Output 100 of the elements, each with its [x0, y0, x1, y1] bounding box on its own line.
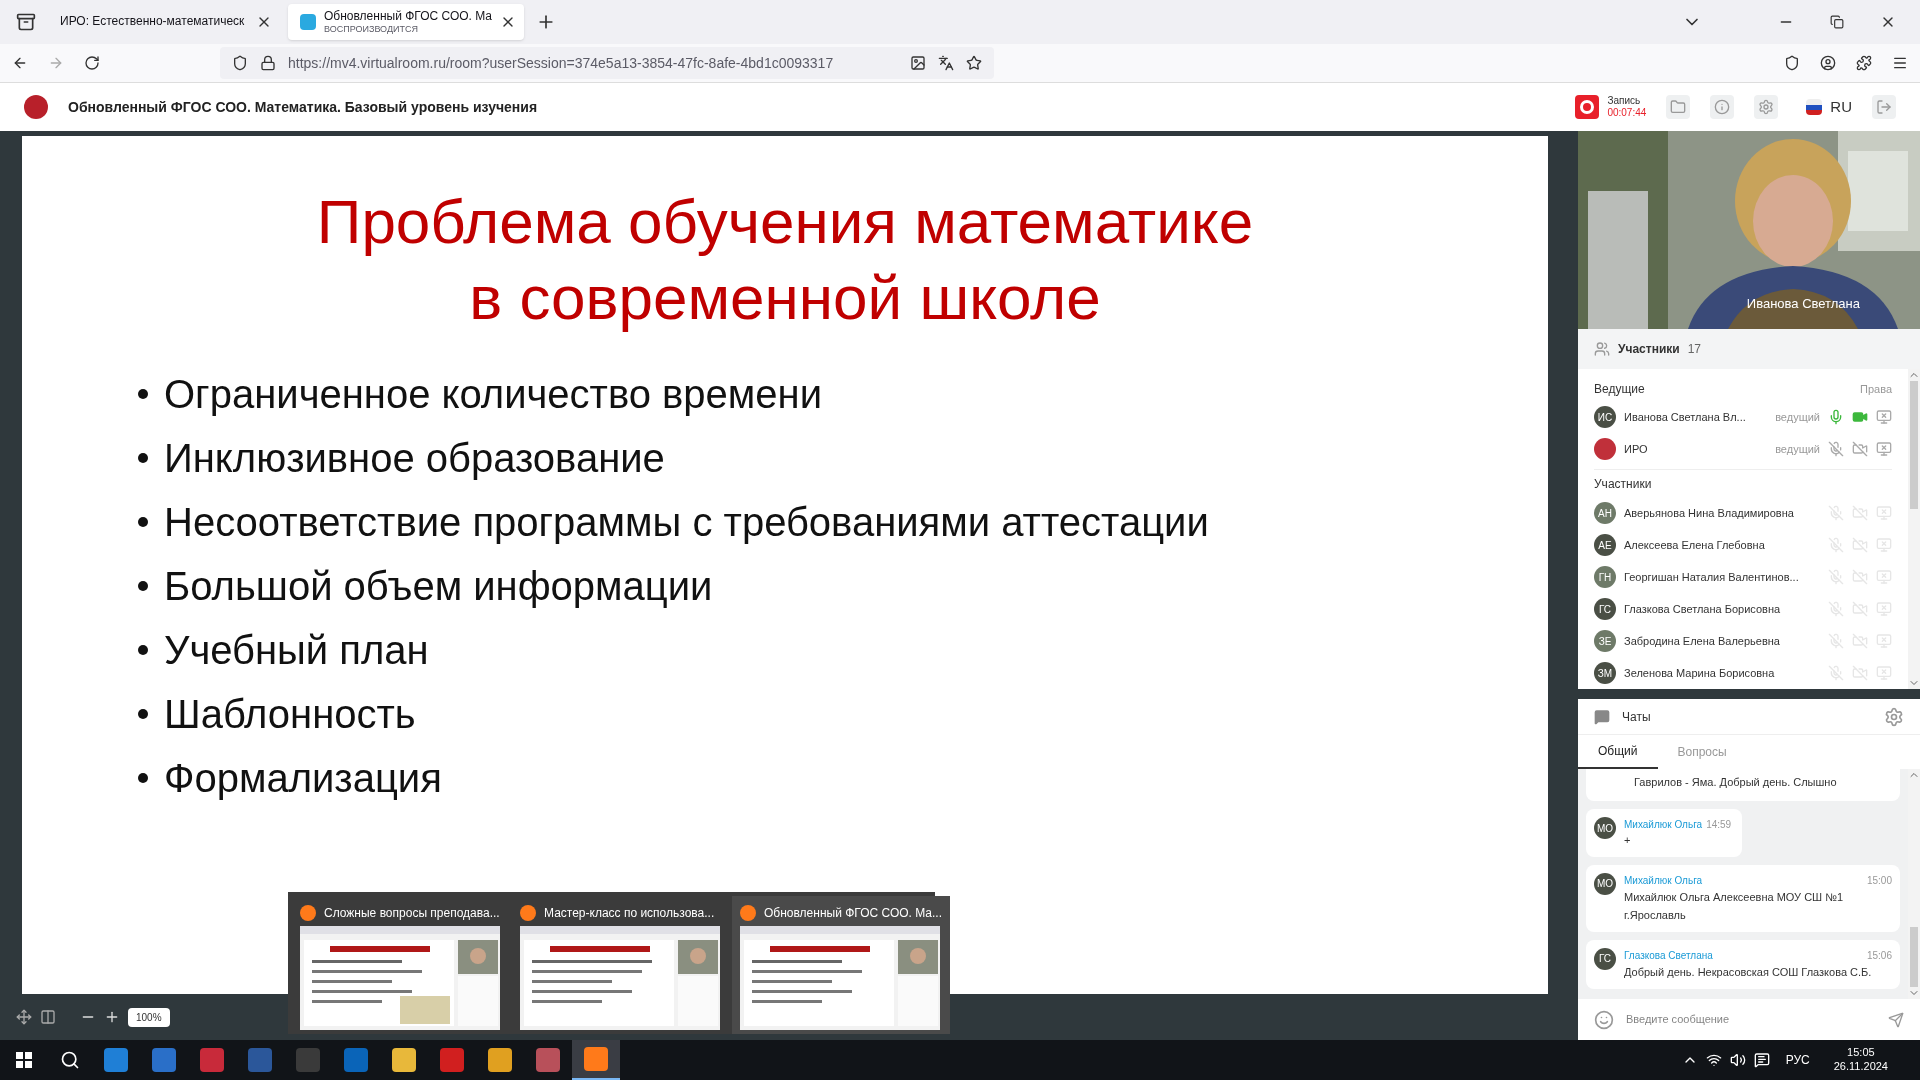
microphone-icon[interactable]: [1828, 409, 1844, 425]
settings-icon[interactable]: [1754, 95, 1779, 120]
record-label: Запись: [1607, 94, 1642, 108]
browser-tab[interactable]: Обновленный ФГОС СОО. Ма ВОСПРОИЗВОДИТСЯ: [288, 3, 524, 40]
window-preview[interactable]: Сложные вопросы преподава...: [292, 896, 508, 1034]
bullet-text: Инклюзивное образование: [164, 435, 665, 482]
muted-microphone-icon: [1828, 537, 1844, 553]
bullet-text: Учебный план: [164, 627, 429, 674]
volume-icon[interactable]: [1729, 1052, 1746, 1068]
restore-icon[interactable]: [1830, 14, 1844, 29]
bullet-text: Несоответствие программы с требованиями аттестации: [164, 499, 1209, 546]
scrollbar[interactable]: [1908, 369, 1920, 689]
slide-title: Проблема обучения математике: [316, 186, 1254, 258]
bullet-icon: [138, 645, 148, 655]
video-name: Иванова Светлана: [1746, 294, 1860, 313]
app-icon: [536, 1048, 560, 1072]
message-field[interactable]: Введите сообщение: [1626, 1011, 1876, 1028]
keyboard-language[interactable]: РУС: [1785, 1051, 1810, 1069]
chat-message: МО Михайлюк Ольга 14:59 +: [1586, 809, 1742, 857]
notifications-icon[interactable]: [1753, 1052, 1770, 1068]
muted-microphone-icon: [1828, 569, 1844, 585]
section-heading: Участники: [1594, 475, 1652, 493]
camera-off-icon: [1852, 505, 1868, 521]
address-bar[interactable]: https://mv4.virtualroom.ru/room?userSession=374e5a13-3854-47fc-8afe-4bd1c0093317: [220, 47, 994, 79]
host-row[interactable]: ИС Иванова Светлана Вл... ведущий: [1594, 401, 1892, 433]
app-icon: [296, 1048, 320, 1072]
participant-row[interactable]: ЗМ Зеленова Марина Борисовна: [1594, 657, 1892, 689]
avatar: МО: [1594, 817, 1616, 839]
chat-title: Чаты: [1622, 708, 1652, 726]
section-heading: Ведущие: [1594, 381, 1645, 398]
logo-icon: [24, 95, 48, 120]
scroll-thumb[interactable]: [1910, 927, 1918, 987]
translate-icon[interactable]: [938, 55, 954, 71]
bullet-text: Ограниченное количество времени: [164, 371, 822, 418]
app-icon: [152, 1048, 176, 1072]
bullet-text: Большой объем информации: [164, 563, 713, 610]
account-icon[interactable]: [1820, 55, 1836, 71]
browser-tab[interactable]: ИРО: Естественно-математическ: [48, 3, 284, 40]
avatar: АЕ: [1594, 534, 1616, 556]
meeting-title: Обновленный ФГОС СОО. Математика. Базовый уровень изучения: [68, 97, 538, 117]
language-label: RU: [1830, 96, 1852, 117]
screen-share-icon: [1876, 505, 1892, 521]
browser-icon: [520, 905, 536, 921]
app-icon: [248, 1048, 272, 1072]
menu-icon[interactable]: [1892, 55, 1908, 71]
emoji-icon[interactable]: [1594, 1009, 1614, 1030]
scroll-thumb[interactable]: [1910, 381, 1918, 509]
lock-icon: [260, 55, 276, 71]
participant-row[interactable]: ГС Глазкова Светлана Борисовна: [1594, 593, 1892, 625]
tab-list-icon[interactable]: [16, 11, 36, 32]
extensions-icon[interactable]: [1856, 55, 1872, 71]
participants-title: Участники: [1618, 341, 1680, 358]
app-icon: [392, 1048, 416, 1072]
avatar: ГН: [1594, 566, 1616, 588]
browser-icon: [300, 905, 316, 921]
slide-title: в современной школе: [469, 262, 1101, 334]
logo-icon: [1594, 438, 1616, 460]
camera-off-icon: [1852, 665, 1868, 681]
avatar: ИС: [1594, 406, 1616, 428]
clock-date[interactable]: 26.11.2024: [1833, 1060, 1888, 1074]
taskbar-app[interactable]: [572, 1040, 620, 1080]
send-icon[interactable]: [1888, 1011, 1904, 1028]
chat-message: МО Михайлюк Ольга 15:00 Михайлюк Ольга Алексеевна МОУ СШ №1 г.Ярославль: [1586, 864, 1900, 932]
avatar: АН: [1594, 502, 1616, 524]
info-icon[interactable]: [1710, 95, 1735, 120]
avatar: МО: [1594, 872, 1616, 895]
star-icon[interactable]: [966, 55, 982, 71]
reload-icon[interactable]: [84, 55, 100, 71]
clock-time[interactable]: 15:05: [1847, 1046, 1875, 1060]
settings-icon[interactable]: [1884, 706, 1904, 727]
network-icon[interactable]: [1705, 1052, 1722, 1068]
record-timer: 00:07:44: [1607, 107, 1647, 120]
muted-microphone-icon: [1828, 505, 1844, 521]
back-icon[interactable]: [12, 55, 28, 71]
camera-off-icon: [1852, 569, 1868, 585]
picture-in-picture-icon[interactable]: [910, 55, 926, 71]
participant-row[interactable]: АЕ Алексеева Елена Глебовна: [1594, 529, 1892, 561]
app-icon: [584, 1047, 608, 1071]
bullet-icon: [138, 517, 148, 527]
participant-row[interactable]: ЗЕ Забродина Елена Валерьевна: [1594, 625, 1892, 657]
window-preview[interactable]: Обновленный ФГОС СОО. Ма...: [732, 896, 951, 1034]
participant-row[interactable]: АН Аверьянова Нина Владимировна: [1594, 497, 1892, 529]
folder-icon[interactable]: [1666, 95, 1691, 120]
app-icon: [344, 1048, 368, 1072]
record-icon[interactable]: [1575, 95, 1600, 120]
chat-message: Гаврилов - Яма. Добрый день. Слышно: [1586, 769, 1900, 801]
chat-message: ГС Глазкова Светлана 15:06 Добрый день. Некрасовская СОШ Глазкова С.Б.: [1586, 939, 1900, 989]
camera-icon[interactable]: [1852, 409, 1868, 425]
zoom-in-icon[interactable]: [104, 1009, 120, 1025]
move-icon[interactable]: [16, 1009, 32, 1025]
layout-icon[interactable]: [40, 1009, 56, 1025]
browser-icon: [740, 905, 756, 921]
participant-row[interactable]: ГН Георгишан Наталия Валентинов...: [1594, 561, 1892, 593]
muted-microphone-icon: [1828, 665, 1844, 681]
window-preview[interactable]: Мастер-класс по использова...: [512, 896, 728, 1034]
app-icon: [200, 1048, 224, 1072]
search-icon[interactable]: [60, 1050, 80, 1070]
bullet-icon: [138, 453, 148, 463]
zoom-level[interactable]: 100%: [128, 1007, 170, 1027]
windows-icon[interactable]: [16, 1052, 32, 1068]
